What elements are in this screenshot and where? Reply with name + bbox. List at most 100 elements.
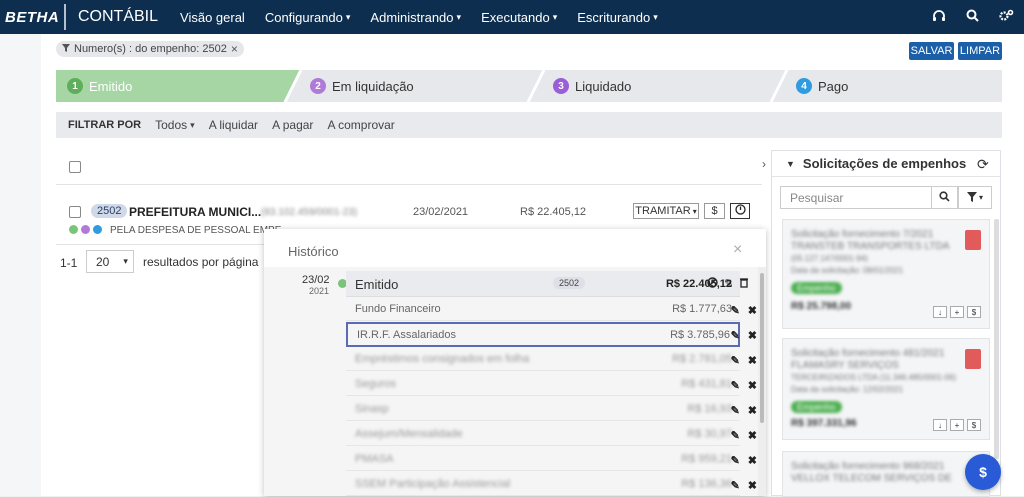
menu-label: Executando [481,9,550,25]
history-title: Histórico [288,244,339,259]
filter-icon [62,43,70,55]
record-checkbox[interactable] [69,206,81,218]
top-icons [932,0,1014,34]
solicitacao-card[interactable]: Solicitação fornecimento 968/2021 VELLOX… [782,451,990,497]
betha-logo[interactable]: BETHA [0,9,64,26]
edit-icon[interactable]: ✎ [731,304,740,317]
floating-help-button[interactable]: $ [965,454,1001,490]
search-icon[interactable] [966,9,979,25]
select-all-checkbox[interactable] [69,161,81,173]
panel-header[interactable]: ▼ Solicitações de empenhos [772,151,1000,177]
card-action-button[interactable]: + [950,419,964,431]
scrollbar-thumb[interactable] [760,273,764,423]
search-placeholder: Pesquisar [790,190,844,205]
solicitacao-card[interactable]: Solicitação fornecimento 481/2021 FLAMAS… [782,338,990,440]
edit-icon[interactable]: ✎ [731,454,740,467]
scrollbar[interactable] [758,267,766,496]
money-button[interactable]: $ [704,203,725,219]
row-actions: ✎ ✖ [707,323,757,347]
edit-icon[interactable]: ✎ [724,277,733,291]
delete-icon[interactable]: ✖ [748,454,757,467]
card-line: (05.127.147/0001-94) [791,254,868,263]
card-action-button[interactable]: ↓ [933,306,947,318]
filter-option-a-pagar[interactable]: A pagar [272,118,313,132]
delete-icon[interactable]: ✖ [748,479,757,492]
menu-escriturando[interactable]: Escriturando ▾ [577,10,658,25]
search-input[interactable]: Pesquisar [780,186,932,209]
caret-down-icon: ▼ [786,158,795,169]
card-action-button[interactable]: $ [967,419,981,431]
menu-administrando[interactable]: Administrando ▾ [370,10,461,25]
filter-option-a-comprovar[interactable]: A comprovar [327,118,394,132]
panel-collapse-icon[interactable]: › [762,157,766,171]
search-button[interactable] [931,186,958,209]
filter-dropdown[interactable]: ▾ [958,186,992,209]
step-em-liquidacao[interactable]: 2 Em liquidação [310,70,414,102]
panel-scrollbar[interactable] [994,219,999,459]
edit-icon[interactable]: ✎ [731,329,740,342]
app-title[interactable]: CONTÁBIL [78,8,158,26]
tramitar-label: TRAMITAR [635,205,691,217]
record-name[interactable]: PREFEITURA MUNICI... [129,205,261,219]
clear-button[interactable]: LIMPAR [958,42,1002,60]
cancel-icon[interactable] [707,277,718,291]
edit-icon[interactable]: ✎ [731,479,740,492]
history-item-row: Sinasp R$ 16,93 [346,397,740,421]
tramitar-dropdown[interactable]: TRAMITAR ▾ [633,203,699,219]
history-item-row-highlighted[interactable]: IR.R.F. Assalariados R$ 3.785,96 [346,322,740,347]
history-icon [734,204,746,218]
filter-bar-title: FILTRAR POR [68,119,142,131]
delete-icon[interactable]: ✖ [748,329,757,342]
history-item-row: Empréstimos consignados em folha R$ 2.78… [346,347,740,371]
close-icon[interactable]: × [733,241,742,259]
pdf-icon[interactable] [965,349,981,369]
search-icon [939,190,950,205]
card-action-button[interactable]: $ [967,306,981,318]
history-event-row: Emitido 2502 R$ 22.405,12 [346,271,740,297]
step-label: Pago [818,78,849,94]
delete-icon[interactable]: ✖ [748,354,757,367]
delete-icon[interactable]: ✖ [748,379,757,392]
edit-icon[interactable]: ✎ [731,354,740,367]
settings-icon[interactable] [999,9,1014,25]
panel-title: Solicitações de empenhos [802,156,967,171]
delete-icon[interactable]: ✖ [748,404,757,417]
step-pago[interactable]: 4 Pago [796,70,848,102]
menu-executando[interactable]: Executando ▾ [481,10,557,25]
step-liquidado[interactable]: 3 Liquidado [553,70,631,102]
headset-icon[interactable] [932,9,946,26]
row-actions: ✎ ✖ [707,473,757,497]
step-emitido[interactable]: 1 Emitido [67,70,132,102]
edit-icon[interactable]: ✎ [731,379,740,392]
row-actions: ✎ ✖ [707,398,757,422]
per-page-label: resultados por página [143,255,259,269]
left-gutter [0,34,41,496]
close-icon[interactable]: × [231,42,238,56]
trash-icon[interactable] [739,277,749,291]
solicitacao-card[interactable]: Solicitação fornecimento 7/2021 TRANSTEB… [782,219,990,329]
card-action-button[interactable]: + [950,306,964,318]
filter-chip[interactable]: Numero(s) : do empenho: 2502 × [56,41,244,57]
menu-label: Configurando [264,9,343,25]
edit-icon[interactable]: ✎ [731,404,740,417]
pdf-icon[interactable] [965,230,981,250]
record-description: PELA DESPESA DE PESSOAL EMPE [110,225,282,236]
save-button[interactable]: SALVAR [909,42,954,60]
row-actions: ✎ ✖ [707,348,757,372]
chevron-down-icon: ▾ [978,193,983,202]
history-date: 23/02 [302,274,330,286]
delete-icon[interactable]: ✖ [748,429,757,442]
menu-visao-geral[interactable]: Visão geral [180,10,245,25]
menu-configurando[interactable]: Configurando ▾ [265,10,351,25]
history-item-name: Assejum/Mensalidade [355,427,463,440]
edit-icon[interactable]: ✎ [731,429,740,442]
record-cnpj: (83.102.459/0001-23) [261,207,358,218]
refresh-icon[interactable]: ⟳ [977,156,989,173]
history-button[interactable] [730,203,750,219]
status-dot [93,225,102,234]
delete-icon[interactable]: ✖ [748,304,757,317]
filter-option-a-liquidar[interactable]: A liquidar [209,118,258,132]
filter-option-todos[interactable]: Todos ▾ [155,118,195,132]
card-action-button[interactable]: ↓ [933,419,947,431]
per-page-select[interactable]: 20 ▾ [86,250,134,273]
